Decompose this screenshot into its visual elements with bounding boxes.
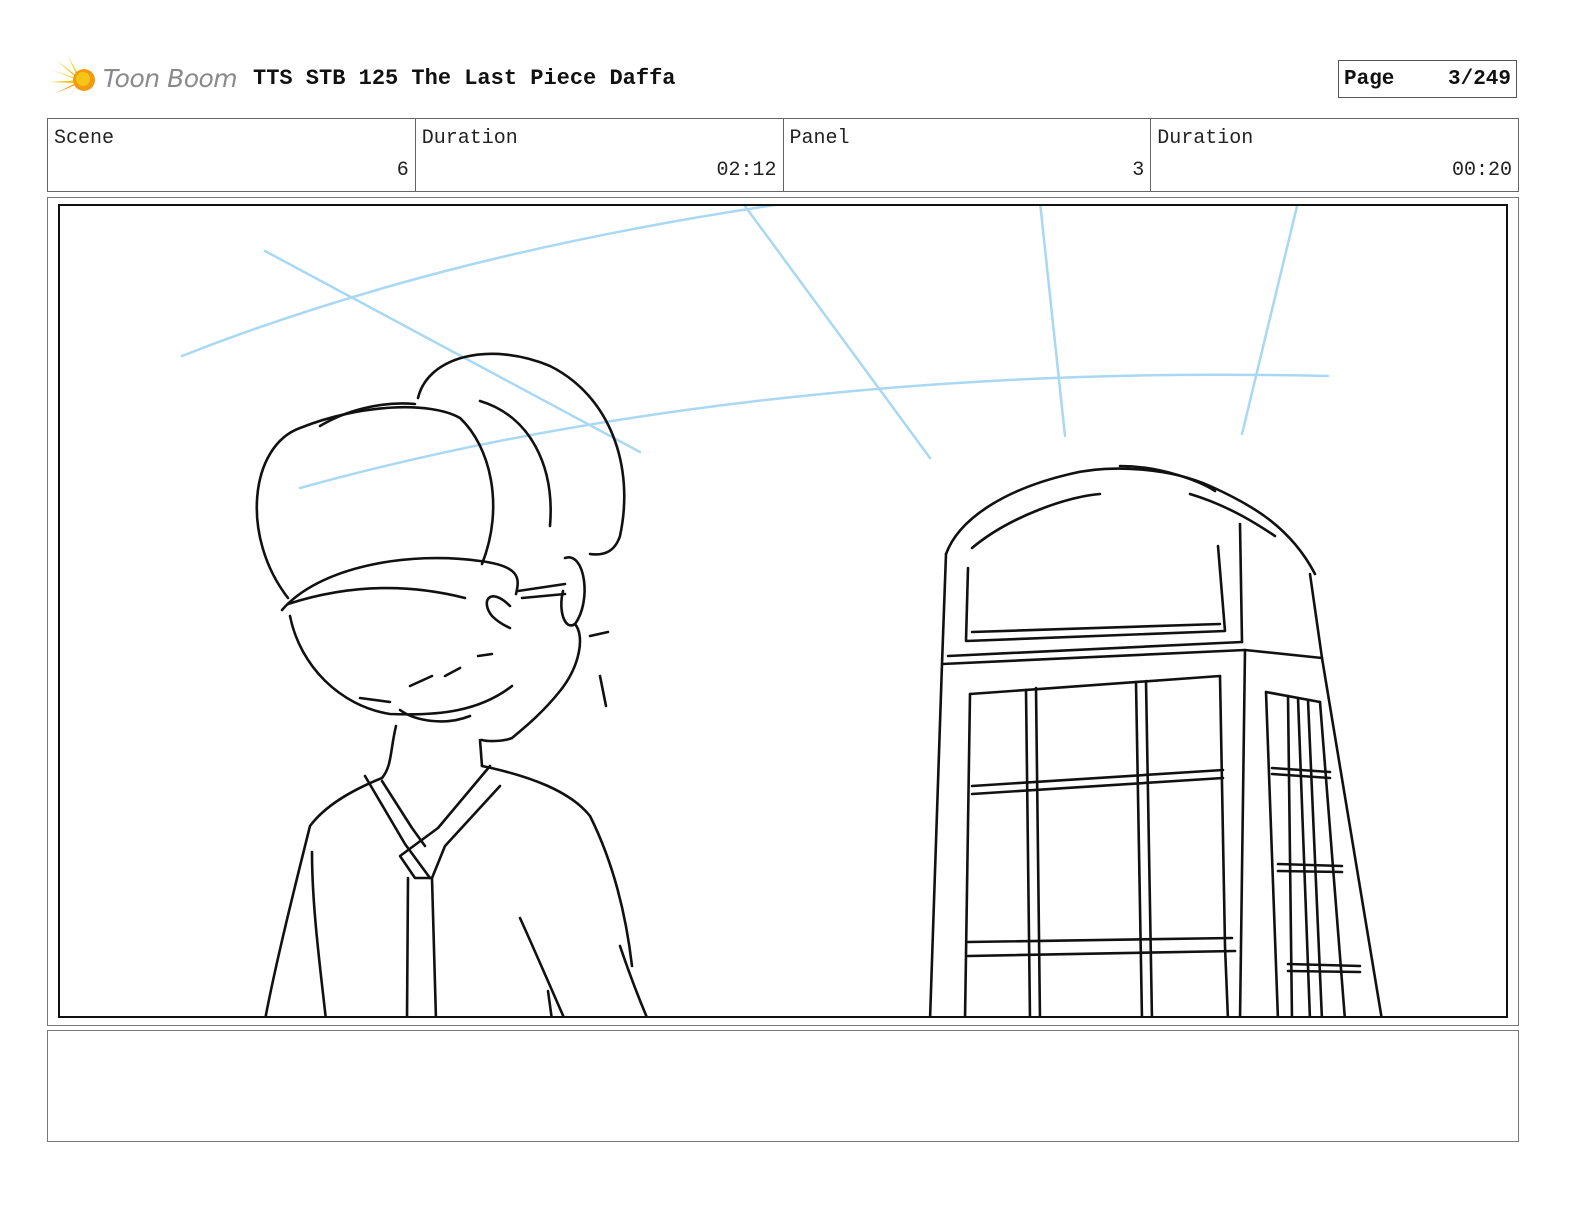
panel-notes-box[interactable] <box>47 1030 1519 1142</box>
scene-label: Scene <box>54 127 115 150</box>
phone-booth-sketch <box>928 464 1383 1016</box>
scene-duration-label: Duration <box>421 127 518 150</box>
toon-boom-logo: Toon Boom <box>50 54 240 106</box>
logo-wordmark: Toon Boom <box>103 64 238 93</box>
page-indicator: Page 3/249 <box>1338 60 1517 98</box>
storyboard-drawing <box>58 204 1508 1018</box>
starburst-icon <box>50 56 95 102</box>
document-title: TTS STB 125 The Last Piece Daffa <box>253 66 676 91</box>
panel-value: 3 <box>1132 159 1145 182</box>
panel-duration-cell: Duration 00:20 <box>1151 119 1518 191</box>
scene-value: 6 <box>396 159 409 182</box>
panel-duration-label: Duration <box>1157 127 1254 150</box>
character-sketch <box>255 352 648 1016</box>
scene-duration-cell: Duration 02:12 <box>416 119 784 191</box>
panel-cell: Panel 3 <box>784 119 1152 191</box>
panel-duration-value: 00:20 <box>1451 159 1512 182</box>
scene-duration-value: 02:12 <box>716 159 777 182</box>
panel-info-row: Scene 6 Duration 02:12 Panel 3 Duration … <box>47 118 1519 192</box>
page-number: 3/249 <box>1447 68 1511 91</box>
scene-cell: Scene 6 <box>48 119 416 191</box>
panel-label: Panel <box>789 127 850 150</box>
perspective-guide-lines <box>180 206 1330 490</box>
page-label: Page <box>1344 68 1395 91</box>
